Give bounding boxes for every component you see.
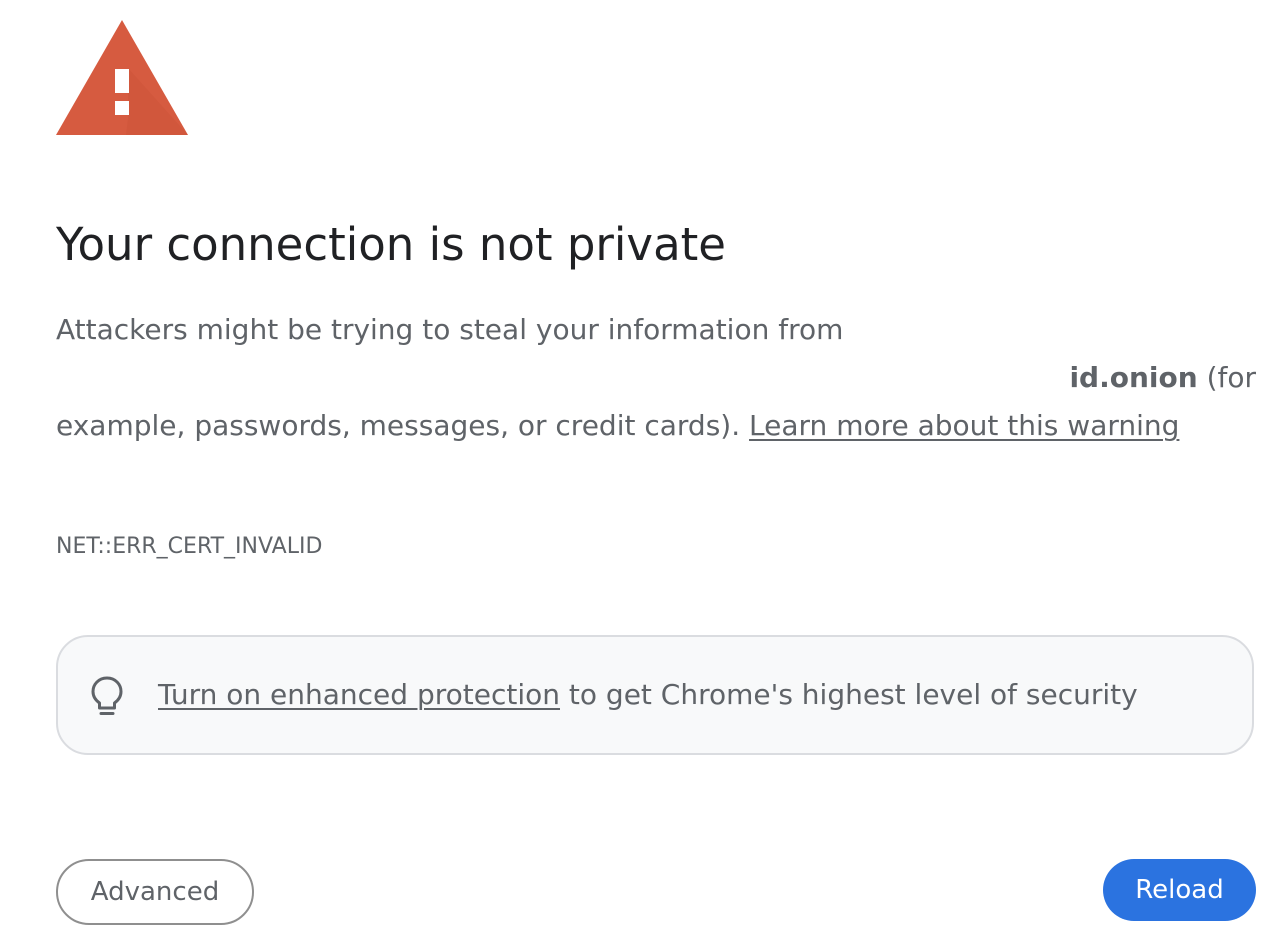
message-for: (for xyxy=(1206,361,1256,394)
lightbulb-icon xyxy=(91,676,123,715)
enhanced-protection-description: to get Chrome's highest level of securit… xyxy=(568,678,1138,711)
enhanced-protection-text: Turn on enhanced protection to get Chrom… xyxy=(158,677,1138,713)
interstitial-page: Your connection is not private Attackers… xyxy=(0,0,1274,934)
enhanced-protection-card: Turn on enhanced protection to get Chrom… xyxy=(56,635,1254,755)
reload-button[interactable]: Reload xyxy=(1103,859,1256,921)
warning-triangle-icon xyxy=(56,20,188,135)
message-line-2: id.onion (for xyxy=(56,354,1256,402)
message-examples: example, passwords, messages, or credit … xyxy=(56,409,741,442)
advanced-button[interactable]: Advanced xyxy=(56,859,254,925)
learn-more-link[interactable]: Learn more about this warning xyxy=(749,409,1179,442)
enhanced-protection-link[interactable]: Turn on enhanced protection xyxy=(158,678,560,711)
error-code: NET::ERR_CERT_INVALID xyxy=(56,534,323,559)
message-line-1: Attackers might be trying to steal your … xyxy=(56,313,844,346)
warning-message: Attackers might be trying to steal your … xyxy=(56,306,1256,450)
page-title: Your connection is not private xyxy=(56,218,726,271)
site-domain: id.onion xyxy=(1069,361,1198,394)
message-line-3: example, passwords, messages, or credit … xyxy=(56,402,1256,450)
